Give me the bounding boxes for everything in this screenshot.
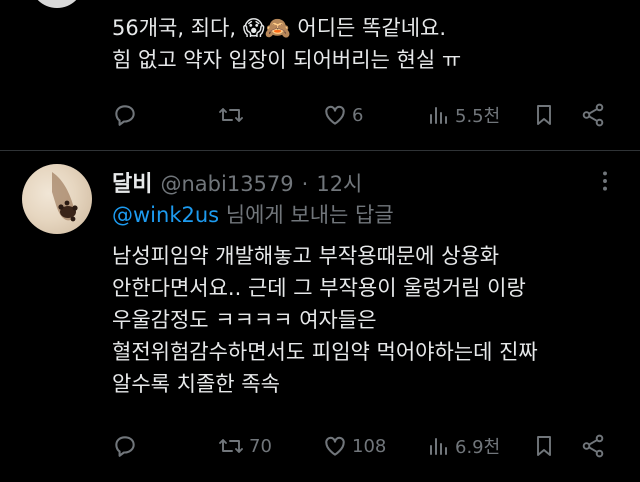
timestamp[interactable]: 12시: [316, 168, 362, 198]
reply-icon: [112, 102, 138, 128]
like-button[interactable]: 6: [322, 102, 363, 128]
retweet-icon: [217, 433, 245, 459]
retweet-count: 70: [249, 435, 272, 457]
paw-image: [52, 172, 78, 222]
avatar[interactable]: [22, 164, 92, 234]
analytics-icon: [427, 102, 451, 128]
bookmark-button[interactable]: [532, 433, 556, 459]
bookmark-icon: [532, 102, 556, 128]
like-count: 108: [352, 435, 387, 457]
display-name[interactable]: 달비: [112, 166, 152, 198]
analytics-icon: [427, 433, 451, 459]
like-count: 6: [352, 104, 364, 126]
avatar[interactable]: [30, 0, 84, 8]
heart-icon: [322, 102, 348, 128]
more-button[interactable]: [592, 168, 618, 194]
separator: ·: [301, 172, 309, 196]
views-button[interactable]: 5.5천: [427, 102, 500, 128]
reply-to-link[interactable]: @wink2us: [112, 203, 219, 227]
more-icon: [603, 171, 607, 191]
views-button[interactable]: 6.9천: [427, 433, 500, 459]
like-button[interactable]: 108: [322, 433, 386, 459]
reply-context: @wink2us 님에게 보내는 답글: [112, 200, 394, 230]
user-handle[interactable]: @nabi13579: [160, 172, 293, 196]
reply-button[interactable]: [112, 433, 142, 459]
bookmark-icon: [532, 433, 556, 459]
tweet-text: 남성피임약 개발해놓고 부작용때문에 상용화 안한다면서요.. 근데 그 부작용…: [112, 244, 538, 396]
views-count: 5.5천: [455, 106, 501, 127]
tweet-header: 달비 @nabi13579 · 12시: [112, 166, 362, 198]
share-button[interactable]: [580, 102, 606, 128]
reply-to-label: 님에게 보내는 답글: [219, 203, 394, 227]
reply-icon: [112, 433, 138, 459]
reply-button[interactable]: [112, 102, 142, 128]
retweet-button[interactable]: 70: [217, 433, 272, 459]
retweet-button[interactable]: [217, 102, 249, 128]
bookmark-button[interactable]: [532, 102, 556, 128]
share-button[interactable]: [580, 433, 606, 459]
retweet-icon: [217, 102, 245, 128]
views-count: 6.9천: [455, 437, 501, 458]
share-icon: [580, 433, 606, 459]
heart-icon: [322, 433, 348, 459]
tweet-text: 56개국, 죄다, 😱🙈 어디든 똑같네요. 힘 없고 약자 입장이 되어버리는…: [112, 16, 462, 72]
divider: [0, 150, 640, 151]
share-icon: [580, 102, 606, 128]
